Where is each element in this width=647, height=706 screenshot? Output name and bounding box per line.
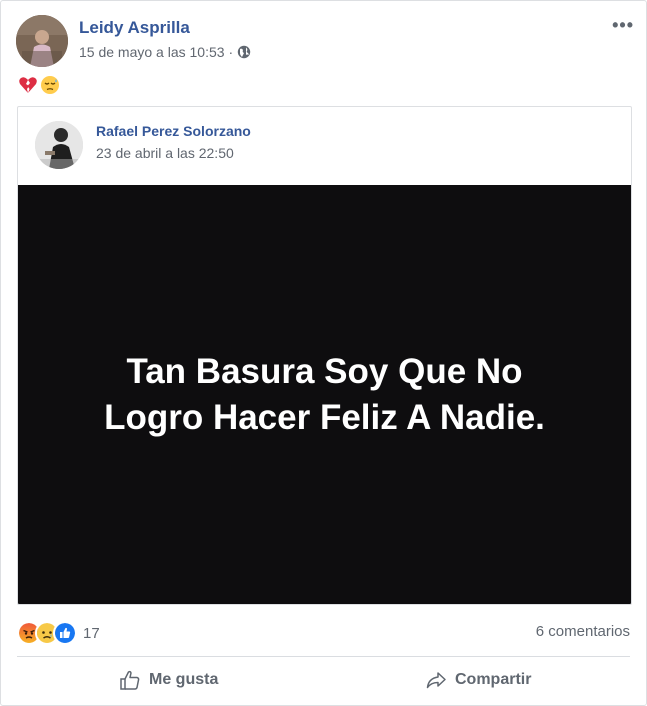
broken-heart-icon xyxy=(19,77,37,93)
shared-author-avatar[interactable] xyxy=(35,121,83,169)
thumbs-up-icon xyxy=(120,670,140,690)
meta-separator: · xyxy=(228,44,234,60)
like-label: Me gusta xyxy=(149,671,219,688)
reactions-summary[interactable]: 17 xyxy=(17,621,100,645)
author-avatar[interactable] xyxy=(16,15,68,67)
shared-post[interactable]: Rafael Perez Solorzano 23 de abril a las… xyxy=(17,106,632,605)
shared-image[interactable]: Tan Basura Soy Que No Logro Hacer Feliz … xyxy=(18,185,631,604)
comments-count-link[interactable]: 6 comentarios xyxy=(536,623,630,640)
image-text: Tan Basura Soy Que No Logro Hacer Feliz … xyxy=(55,349,595,441)
image-text-line1: Tan Basura Soy Que No xyxy=(126,351,523,391)
post-meta: 15 de mayo a las 10:53 · xyxy=(79,44,251,60)
more-options-icon[interactable]: ••• xyxy=(612,15,634,36)
share-label: Compartir xyxy=(455,671,532,688)
status-emojis xyxy=(18,75,60,95)
actions-divider xyxy=(17,656,630,657)
image-text-line2: Logro Hacer Feliz A Nadie. xyxy=(104,397,545,437)
like-reaction-icon xyxy=(53,621,77,645)
globe-icon[interactable] xyxy=(237,45,251,59)
post-timestamp[interactable]: 15 de mayo a las 10:53 xyxy=(79,44,225,60)
post-card: Leidy Asprilla 15 de mayo a las 10:53 · … xyxy=(0,0,647,706)
post-author-name[interactable]: Leidy Asprilla xyxy=(79,18,190,38)
like-button[interactable]: Me gusta xyxy=(119,669,218,691)
shared-timestamp[interactable]: 23 de abril a las 22:50 xyxy=(96,145,234,161)
share-arrow-icon xyxy=(426,672,446,689)
downcast-sweat-icon xyxy=(41,76,59,94)
reaction-count: 17 xyxy=(83,624,100,642)
shared-author-name[interactable]: Rafael Perez Solorzano xyxy=(96,123,251,139)
share-button[interactable]: Compartir xyxy=(425,669,531,691)
